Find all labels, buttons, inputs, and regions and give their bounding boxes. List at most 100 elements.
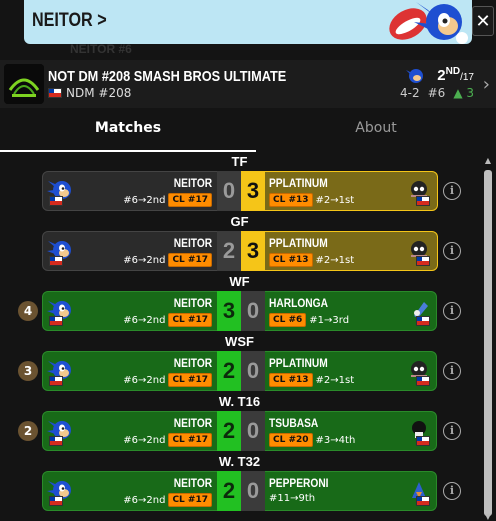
info-icon[interactable]: i: [443, 482, 461, 500]
round-label: GF: [227, 214, 252, 229]
player2-score: 3: [241, 231, 265, 271]
chile-flag-icon: [49, 496, 63, 506]
chile-flag-icon: [49, 316, 63, 326]
seed: #6: [427, 86, 446, 100]
player2-character-icon: [406, 478, 432, 506]
player1-meta: #6→2nd CL #17: [123, 313, 212, 327]
info-icon[interactable]: i: [443, 182, 461, 200]
player2-meta: CL #6 #1→3rd: [269, 313, 349, 327]
tournament-logo: [4, 64, 44, 104]
player2-character-icon: [406, 298, 432, 326]
match-card[interactable]: W. T16 NEITOR #6→2nd CL #17 2 0 TSUBASA …: [42, 394, 437, 451]
player1-score: 2: [217, 471, 241, 511]
player2-seed: #1→3rd: [309, 314, 350, 326]
info-icon[interactable]: i: [443, 422, 461, 440]
cl-badge: CL #13: [269, 373, 313, 387]
cl-badge: CL #17: [168, 493, 212, 507]
player1-character-icon: [47, 298, 73, 326]
player1-score: 0: [217, 171, 241, 211]
round-label: W. T32: [215, 454, 264, 469]
chile-flag-icon: [416, 316, 430, 326]
cl-badge: CL #13: [269, 193, 313, 207]
player2-name[interactable]: PPLATINUM: [269, 236, 328, 250]
chile-flag-icon: [416, 436, 430, 446]
cl-badge: CL #17: [168, 193, 212, 207]
chile-flag-icon: [416, 496, 430, 506]
tab-about[interactable]: About: [256, 108, 496, 152]
player2-name[interactable]: HARLONGA: [269, 296, 328, 310]
player2-character-icon: [406, 238, 432, 266]
scroll-up-icon[interactable]: ▲: [483, 156, 493, 165]
player1-seed: #6→2nd: [123, 434, 166, 446]
cl-badge: CL #17: [168, 433, 212, 447]
player1-score: 2: [217, 351, 241, 391]
cl-badge: CL #17: [168, 313, 212, 327]
match-card[interactable]: WF NEITOR #6→2nd CL #17 3 0 HARLONGA CL …: [42, 274, 437, 331]
info-icon[interactable]: i: [443, 302, 461, 320]
tournament-header[interactable]: NOT DM #208 SMASH BROS ULTIMATE NDM #208…: [0, 60, 496, 108]
scrollbar[interactable]: ▲ ▼: [483, 156, 493, 521]
player1-seed: #6→2nd: [123, 374, 166, 386]
player1-meta: #6→2nd CL #17: [123, 193, 212, 207]
player2-name[interactable]: PEPPERONI: [269, 476, 329, 490]
player2-score: 0: [241, 351, 265, 391]
match-card[interactable]: TF NEITOR #6→2nd CL #17 0 3 PPLATINUM CL…: [42, 154, 438, 211]
info-icon[interactable]: i: [443, 242, 461, 260]
player1-name[interactable]: NEITOR: [174, 416, 212, 430]
info-icon[interactable]: i: [443, 362, 461, 380]
player2-seed: #2→1st: [315, 194, 355, 206]
close-icon: ✕: [475, 11, 491, 32]
player1-name[interactable]: NEITOR: [174, 356, 212, 370]
record: 4-2: [400, 86, 420, 100]
player1-score: 3: [217, 291, 241, 331]
player1-meta: #6→2nd CL #17: [123, 373, 212, 387]
tournament-subtitle: NDM #208: [48, 86, 131, 100]
player1-name[interactable]: NEITOR: [174, 296, 212, 310]
player2-meta: CL #20 #3→4th: [269, 433, 355, 447]
player-banner[interactable]: NEITOR >: [24, 0, 472, 44]
chile-flag-icon: [49, 376, 63, 386]
player1-score: 2: [217, 411, 241, 451]
chile-flag-icon: [49, 436, 63, 446]
player2-character-icon: [406, 418, 432, 446]
scroll-down-icon[interactable]: ▼: [483, 512, 493, 521]
player2-score: 0: [241, 291, 265, 331]
scrollbar-thumb[interactable]: [484, 170, 492, 516]
player2-score: 0: [241, 411, 265, 451]
player2-meta: CL #13 #2→1st: [269, 253, 354, 267]
player2-seed: #3→4th: [315, 434, 356, 446]
match-card[interactable]: WSF NEITOR #6→2nd CL #17 2 0 PPLATINUM C…: [42, 334, 437, 391]
chevron-right-icon[interactable]: ›: [483, 74, 490, 95]
player1-character-icon: [47, 418, 73, 446]
player1-seed: #6→2nd: [123, 254, 166, 266]
banner-player-name[interactable]: NEITOR >: [32, 10, 107, 32]
player1-name[interactable]: NEITOR: [174, 476, 212, 490]
match-card[interactable]: GF NEITOR #6→2nd CL #17 2 3 PPLATINUM CL…: [42, 214, 438, 271]
player2-seed: #2→1st: [315, 374, 355, 386]
close-button[interactable]: ✕: [472, 6, 494, 36]
placement: 2ND/17: [437, 66, 474, 84]
cl-badge: CL #17: [168, 253, 212, 267]
player1-character-icon: [47, 238, 73, 266]
placement-badge: 3: [18, 361, 38, 381]
cl-badge: CL #17: [168, 373, 212, 387]
player2-name[interactable]: PPLATINUM: [269, 356, 328, 370]
player1-character-icon: [47, 358, 73, 386]
player2-seed: #11→9th: [269, 493, 316, 504]
round-label: TF: [228, 154, 251, 169]
chile-flag-icon: [48, 88, 62, 98]
match-card[interactable]: W. T32 NEITOR #6→2nd CL #17 2 0 PEPPERON…: [42, 454, 437, 511]
chile-flag-icon: [416, 196, 430, 206]
chile-flag-icon: [49, 196, 63, 206]
player2-name[interactable]: TSUBASA: [269, 416, 318, 430]
player1-name[interactable]: NEITOR: [174, 176, 212, 190]
player1-character-icon: [47, 178, 73, 206]
chile-flag-icon: [416, 376, 430, 386]
banner-character-art: [386, 0, 472, 44]
round-label: WF: [226, 274, 253, 289]
player2-name[interactable]: PPLATINUM: [269, 176, 328, 190]
player2-character-icon: [406, 178, 432, 206]
player1-name[interactable]: NEITOR: [174, 236, 212, 250]
player2-score: 0: [241, 471, 265, 511]
tab-matches[interactable]: Matches: [0, 108, 256, 152]
